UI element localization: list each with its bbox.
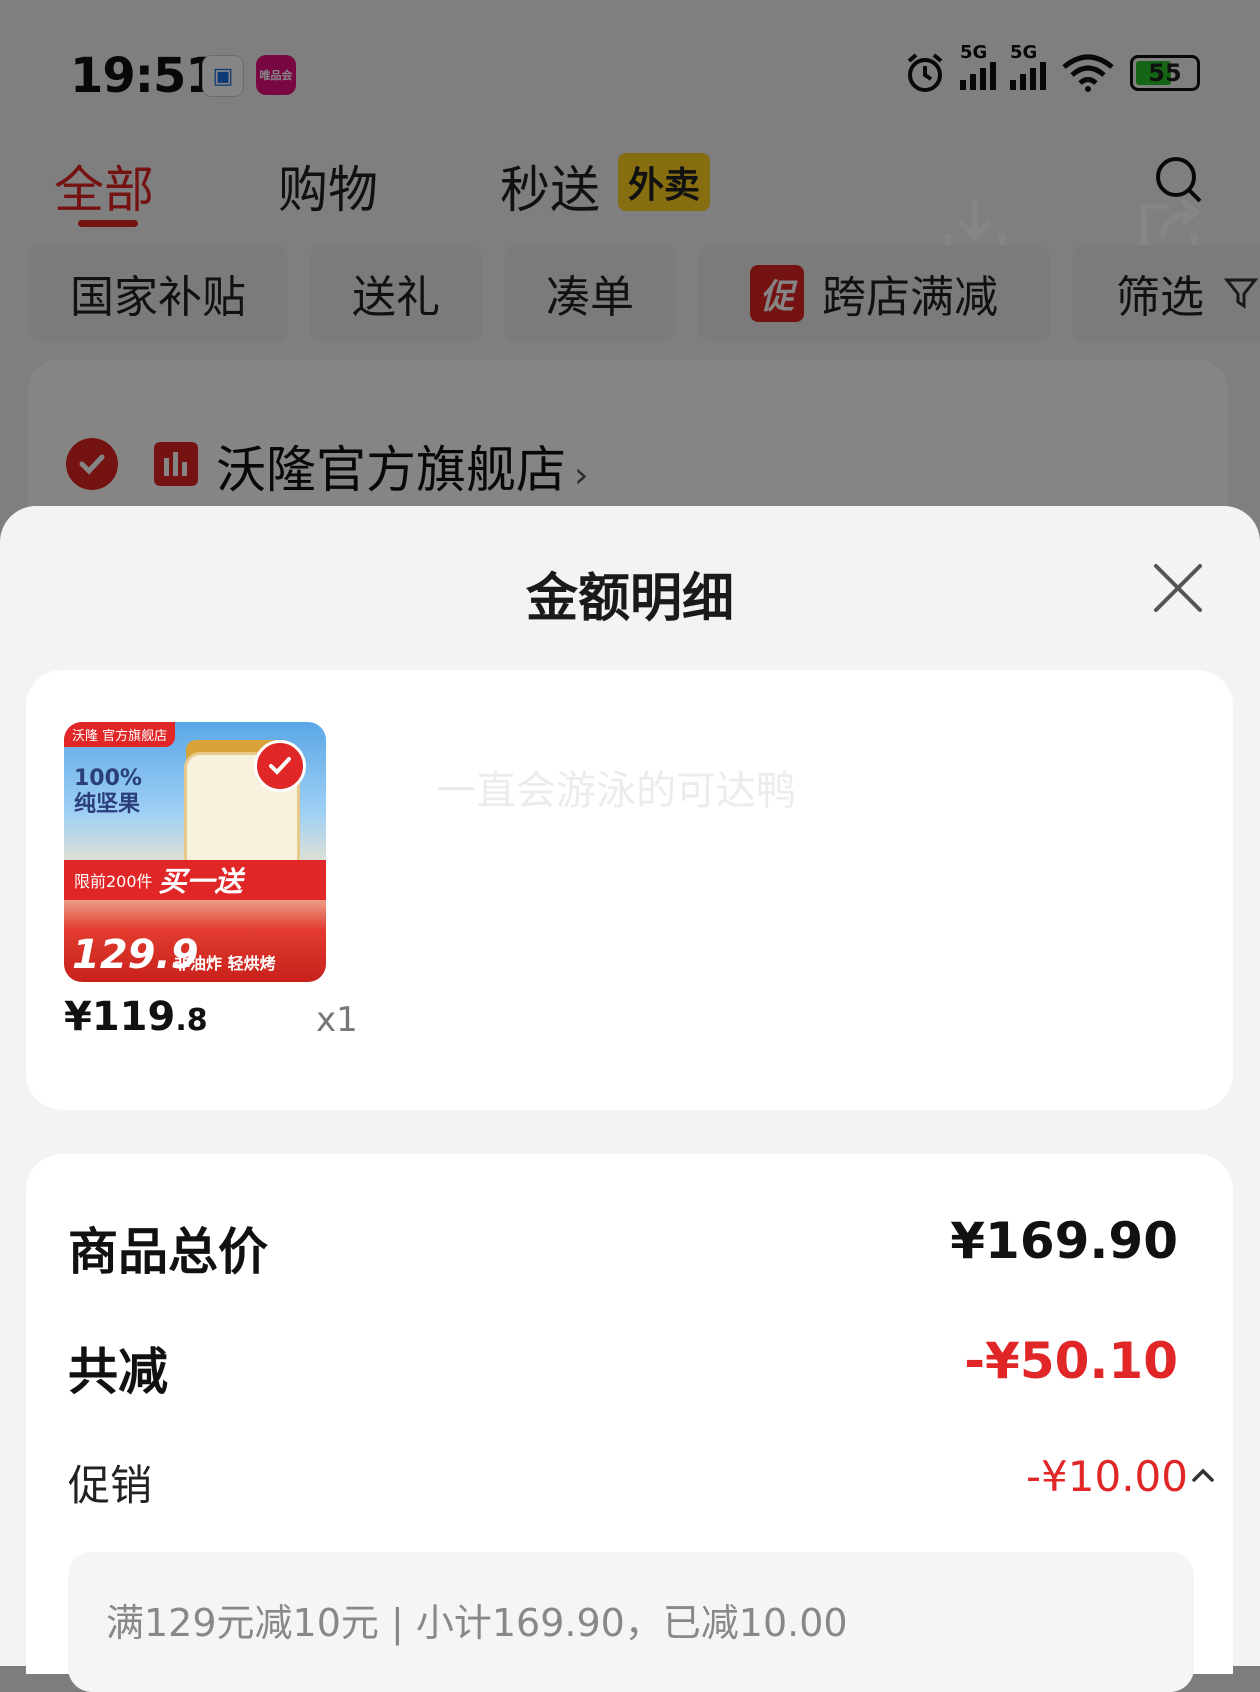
total-discount-row: 共减 -¥50.10: [68, 1332, 1218, 1402]
thumb-ribbon: 限前200件 买一送: [64, 860, 326, 900]
product-price: ¥119.8: [64, 994, 208, 1040]
promotion-detail-text: 满129元减10元 | 小计169.90，已减10.00: [106, 1601, 848, 1645]
watermark: 一直会游泳的可达鸭: [436, 768, 796, 814]
price-summary-card: 商品总价 ¥169.90 共减 -¥50.10 促销 -¥10.00 满129元…: [26, 1154, 1233, 1692]
promotion-value: -¥10.00: [1025, 1452, 1188, 1501]
total-price-row: 商品总价 ¥169.90: [68, 1212, 1218, 1282]
selected-check-icon: [254, 740, 306, 792]
total-price-value: ¥169.90: [950, 1212, 1178, 1270]
total-price-label: 商品总价: [68, 1223, 268, 1281]
product-image[interactable]: 沃隆 官方旗舰店 100% 纯坚果 限前200件 买一送 129.9 非油炸 轻烘…: [64, 722, 326, 982]
battery-icon: 55: [1130, 55, 1200, 91]
promotion-row[interactable]: 促销 -¥10.00: [68, 1452, 1218, 1512]
sheet-title: 金额明细: [525, 569, 734, 629]
chevron-up-icon[interactable]: [1188, 1460, 1218, 1490]
total-discount-label: 共减: [68, 1343, 168, 1401]
product-quantity: x1: [316, 1000, 358, 1040]
promotion-label: 促销: [68, 1461, 153, 1510]
amount-detail-sheet: 金额明细 沃隆 官方旗舰店 100% 纯坚果 限前200件 买一送 129.9 非…: [0, 506, 1260, 1692]
close-icon[interactable]: [1148, 558, 1208, 618]
thumb-tagline: 非油炸 轻烘烤: [174, 954, 276, 973]
promotion-detail: 满129元减10元 | 小计169.90，已减10.00: [68, 1552, 1194, 1692]
thumb-headline: 100% 纯坚果: [74, 766, 142, 817]
total-discount-value: -¥50.10: [964, 1332, 1178, 1390]
thumb-store-tag: 沃隆 官方旗舰店: [64, 722, 176, 747]
product-card: 沃隆 官方旗舰店 100% 纯坚果 限前200件 买一送 129.9 非油炸 轻烘…: [26, 670, 1233, 1110]
